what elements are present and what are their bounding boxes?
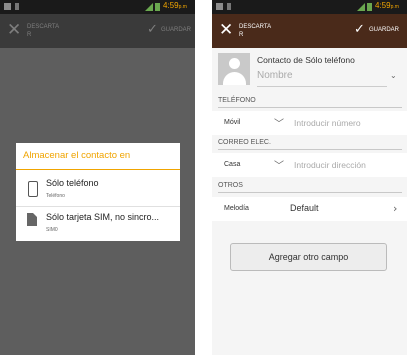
section-email: CORREO ELEC. [218, 139, 271, 146]
close-icon[interactable]: ✕ [7, 20, 21, 40]
store-contact-dialog: Almacenar el contacto en Sólo teléfono T… [16, 143, 180, 241]
add-field-button[interactable]: Agregar otro campo [230, 243, 387, 271]
dialog-title-divider [16, 169, 180, 170]
ringtone-value: Default [290, 203, 319, 213]
status-bar: 4:59p.m [212, 0, 407, 14]
chevron-right-icon: › [393, 202, 398, 215]
expand-name-icon[interactable]: ⌄ [390, 71, 397, 80]
discard-button[interactable]: DESCARTA R [239, 23, 271, 39]
email-input[interactable]: Introducir dirección [294, 160, 402, 170]
right-screen: 4:59p.m ✕ DESCARTA R ✓ GUARDAR Contacto … [212, 0, 407, 355]
phone-row: Móvil ﹀ Introducir número [212, 111, 407, 135]
save-button[interactable]: GUARDAR [161, 27, 191, 33]
section-phone: TELÉFONO [218, 97, 256, 104]
clock-time: 4:59 [375, 1, 391, 10]
avatar-head [229, 58, 240, 69]
status-bar: 4:59p.m [0, 0, 195, 14]
phone-number-input[interactable]: Introducir número [294, 118, 402, 128]
notification-icon [216, 3, 223, 10]
clock: 4:59p.m [375, 1, 399, 10]
check-icon[interactable]: ✓ [354, 22, 365, 37]
section-divider [218, 107, 402, 108]
clock-time: 4:59 [163, 1, 179, 10]
section-others: OTROS [218, 182, 243, 189]
email-type-select[interactable]: Casa [224, 161, 240, 168]
check-icon[interactable]: ✓ [147, 22, 158, 37]
clock: 4:59p.m [163, 1, 187, 10]
section-divider [218, 149, 402, 150]
usb-icon [15, 3, 19, 10]
section-divider [218, 192, 402, 193]
option-phone-only[interactable]: Sólo teléfono Teléfono [16, 171, 180, 205]
save-button[interactable]: GUARDAR [369, 27, 399, 33]
avatar-body [223, 72, 246, 85]
name-field[interactable]: Nombre [257, 70, 293, 81]
email-row: Casa ﹀ Introducir dirección [212, 153, 407, 177]
battery-icon [367, 3, 372, 11]
name-underline [257, 86, 387, 87]
phone-type-select[interactable]: Móvil [224, 119, 240, 126]
dialog-title: Almacenar el contacto en [23, 150, 131, 161]
signal-icon [145, 3, 153, 11]
clock-ampm: p.m [178, 4, 187, 10]
phone-icon [28, 181, 38, 197]
contact-photo[interactable] [218, 53, 250, 85]
ringtone-row[interactable]: Melodía Default › [212, 197, 407, 221]
account-label: Contacto de Sólo teléfono [257, 55, 355, 65]
ringtone-label: Melodía [224, 205, 249, 212]
option-sim-only[interactable]: Sólo tarjeta SIM, no sincro... SIM0 [16, 207, 180, 241]
chevron-down-icon[interactable]: ﹀ [274, 157, 284, 172]
option-sublabel: SIM0 [46, 227, 58, 233]
chevron-down-icon[interactable]: ﹀ [274, 115, 284, 130]
clock-ampm: p.m [390, 4, 399, 10]
action-bar: ✕ DESCARTA R ✓ GUARDAR [0, 14, 195, 48]
sim-card-icon [27, 213, 37, 226]
close-icon[interactable]: ✕ [219, 20, 233, 40]
signal-icon [357, 3, 365, 11]
discard-button[interactable]: DESCARTA R [27, 23, 59, 39]
notification-icon [4, 3, 11, 10]
option-label: Sólo teléfono [46, 178, 99, 188]
left-screen: 4:59p.m ✕ DESCARTA R ✓ GUARDAR Almacenar… [0, 0, 195, 355]
battery-icon [155, 3, 160, 11]
option-label: Sólo tarjeta SIM, no sincro... [46, 212, 160, 222]
option-sublabel: Teléfono [46, 193, 65, 199]
action-bar: ✕ DESCARTA R ✓ GUARDAR [212, 14, 407, 48]
usb-icon [227, 3, 231, 10]
